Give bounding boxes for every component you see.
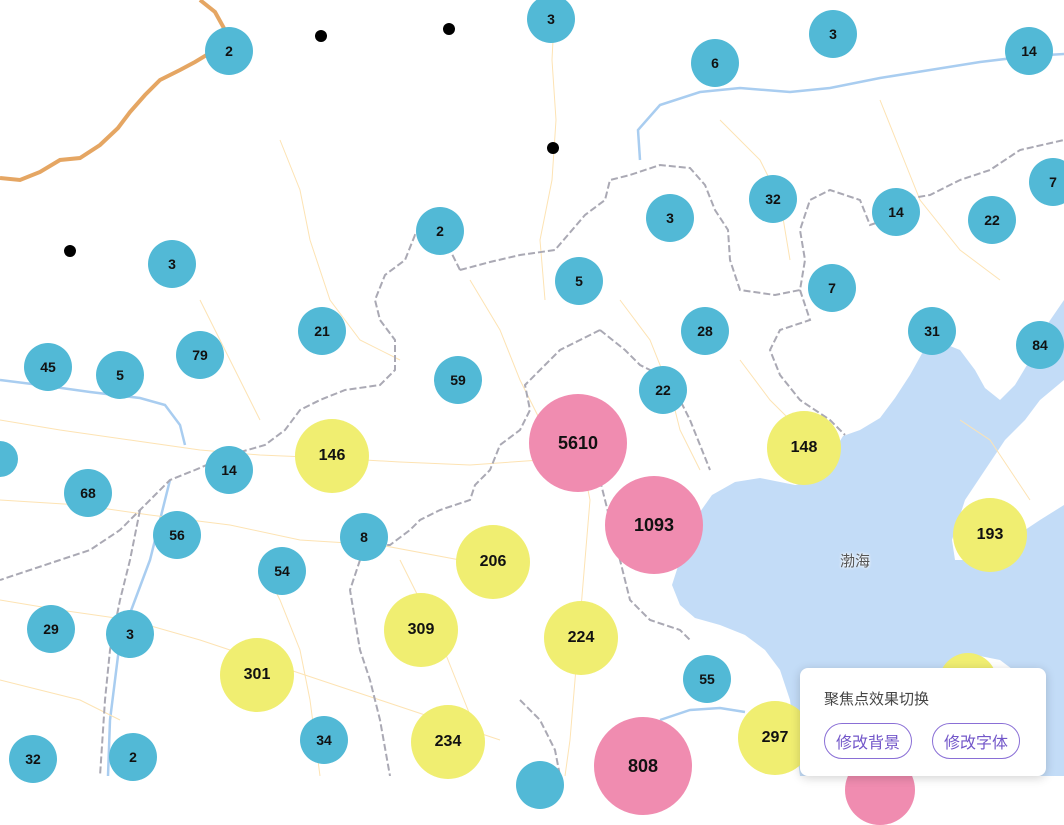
cluster-marker[interactable]: 309 bbox=[384, 593, 458, 667]
cluster-marker[interactable]: 21 bbox=[298, 307, 346, 355]
cluster-marker[interactable]: 301 bbox=[220, 638, 294, 712]
cluster-marker[interactable]: 224 bbox=[544, 601, 618, 675]
cluster-marker[interactable]: 45 bbox=[24, 343, 72, 391]
cluster-marker[interactable]: 31 bbox=[908, 307, 956, 355]
cluster-marker[interactable]: 3 bbox=[646, 194, 694, 242]
cluster-marker[interactable]: 1093 bbox=[605, 476, 703, 574]
cluster-marker[interactable]: 54 bbox=[258, 547, 306, 595]
cluster-marker[interactable]: 2 bbox=[109, 733, 157, 781]
cluster-marker[interactable]: 68 bbox=[64, 469, 112, 517]
cluster-marker[interactable]: 22 bbox=[639, 366, 687, 414]
cluster-marker[interactable]: 56 bbox=[153, 511, 201, 559]
cluster-marker[interactable]: 6 bbox=[691, 39, 739, 87]
cluster-marker[interactable]: 2 bbox=[205, 27, 253, 75]
change-background-button[interactable]: 修改背景 bbox=[824, 723, 913, 759]
cluster-marker[interactable]: 29 bbox=[27, 605, 75, 653]
cluster-marker[interactable]: 5 bbox=[555, 257, 603, 305]
cluster-marker[interactable]: 234 bbox=[411, 705, 485, 779]
cluster-marker[interactable]: 3 bbox=[148, 240, 196, 288]
change-font-button[interactable]: 修改字体 bbox=[932, 723, 1021, 759]
panel-buttons: 修改背景 修改字体 bbox=[824, 723, 1022, 759]
cluster-marker[interactable]: 206 bbox=[456, 525, 530, 599]
cluster-marker[interactable]: 34 bbox=[300, 716, 348, 764]
sea-label: 渤海 bbox=[840, 553, 871, 570]
cluster-marker[interactable]: 146 bbox=[295, 419, 369, 493]
single-point-marker[interactable] bbox=[547, 142, 559, 154]
cluster-marker[interactable]: 193 bbox=[953, 498, 1027, 572]
cluster-marker[interactable]: 3 bbox=[106, 610, 154, 658]
cluster-marker[interactable]: 5610 bbox=[529, 394, 627, 492]
single-point-marker[interactable] bbox=[64, 245, 76, 257]
focus-effect-panel: 聚焦点效果切换 修改背景 修改字体 bbox=[800, 668, 1046, 776]
cluster-marker[interactable]: 55 bbox=[683, 655, 731, 703]
cluster-marker[interactable]: 22 bbox=[968, 196, 1016, 244]
single-point-marker[interactable] bbox=[315, 30, 327, 42]
base-map bbox=[0, 0, 1064, 776]
cluster-marker[interactable]: 2 bbox=[416, 207, 464, 255]
cluster-marker[interactable]: 3 bbox=[809, 10, 857, 58]
cluster-marker[interactable]: 7 bbox=[808, 264, 856, 312]
cluster-marker[interactable]: 79 bbox=[176, 331, 224, 379]
cluster-marker[interactable]: 8 bbox=[340, 513, 388, 561]
cluster-marker[interactable]: 28 bbox=[681, 307, 729, 355]
cluster-marker[interactable]: 148 bbox=[767, 411, 841, 485]
cluster-marker[interactable]: 84 bbox=[1016, 321, 1064, 369]
cluster-marker[interactable]: 808 bbox=[594, 717, 692, 815]
cluster-marker[interactable]: 14 bbox=[205, 446, 253, 494]
cluster-marker[interactable]: 59 bbox=[434, 356, 482, 404]
cluster-marker-partial[interactable] bbox=[516, 761, 564, 809]
single-point-marker[interactable] bbox=[443, 23, 455, 35]
panel-title: 聚焦点效果切换 bbox=[824, 690, 930, 708]
cluster-marker[interactable]: 32 bbox=[749, 175, 797, 223]
national-border bbox=[0, 0, 228, 183]
cluster-marker[interactable]: 5 bbox=[96, 351, 144, 399]
map-view[interactable]: 渤海 2 3 6 3 14 3 32 14 22 7 2 3 5 7 21 79 45 5 28 31 84 59 22 56… bbox=[0, 0, 1064, 825]
cluster-marker[interactable]: 14 bbox=[872, 188, 920, 236]
cluster-marker[interactable]: 14 bbox=[1005, 27, 1053, 75]
